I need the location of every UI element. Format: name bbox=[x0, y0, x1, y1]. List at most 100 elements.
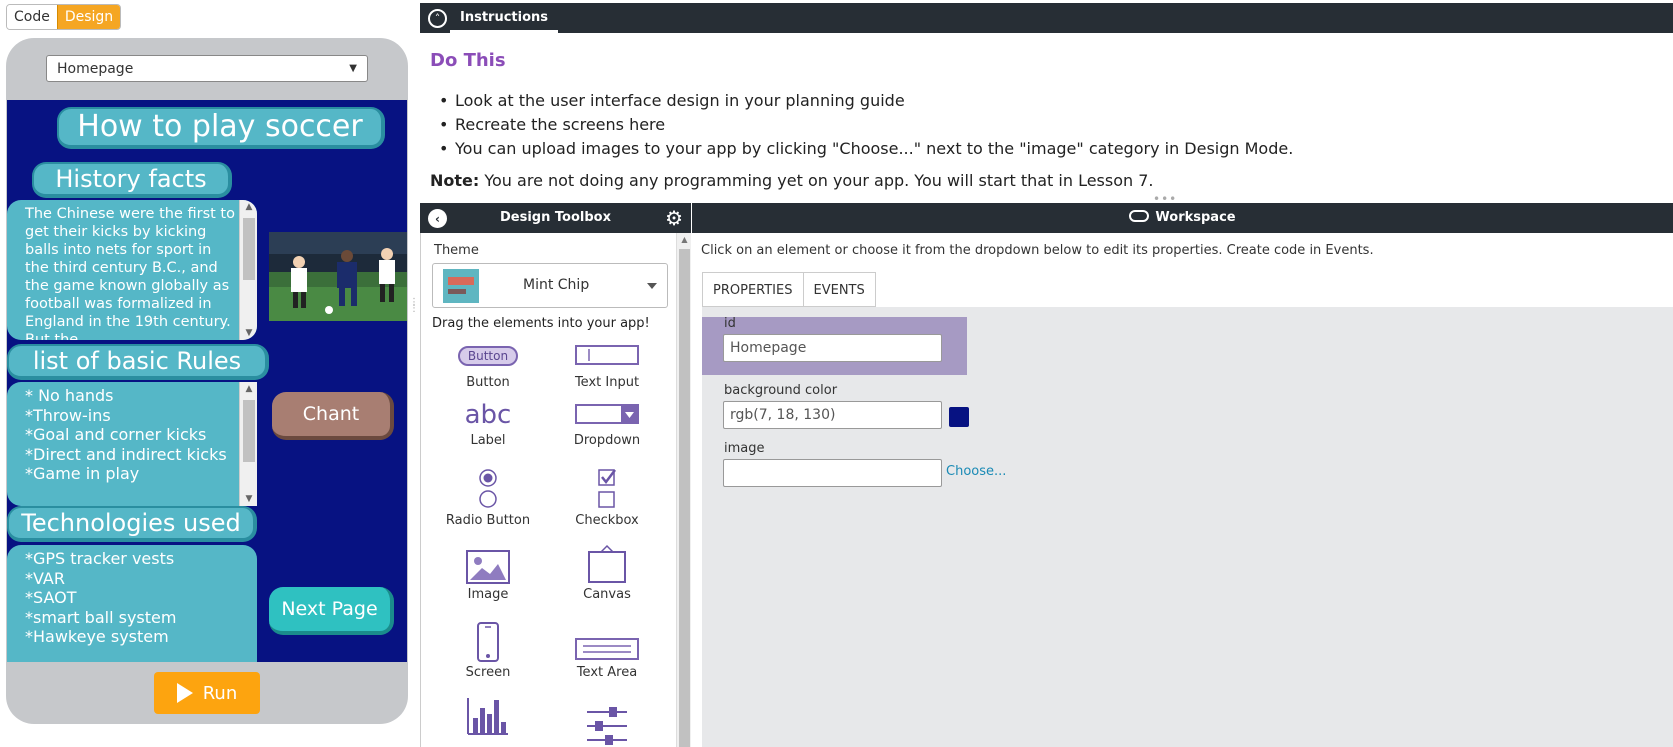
tool-label: Checkbox bbox=[575, 513, 639, 528]
scroll-up-arrow-icon[interactable]: ▲ bbox=[240, 382, 257, 396]
tool-chart[interactable] bbox=[428, 696, 548, 736]
tech-line: *VAR bbox=[25, 568, 65, 588]
theme-value: Mint Chip bbox=[523, 277, 590, 293]
workspace-hint: Click on an element or choose it from th… bbox=[701, 243, 1374, 258]
instruction-bullet: You can upload images to your app by cli… bbox=[439, 137, 1293, 161]
next-page-button[interactable]: Next Page bbox=[269, 587, 394, 635]
tool-text-input[interactable]: Text Input bbox=[547, 330, 667, 390]
phone-icon bbox=[428, 620, 548, 662]
technologies-text-area[interactable]: *GPS tracker vests *VAR *SAOT *smart bal… bbox=[7, 545, 257, 662]
rule-line: *Game in play bbox=[25, 464, 140, 483]
rule-line: *Goal and corner kicks bbox=[25, 425, 207, 444]
scroll-thumb[interactable] bbox=[679, 249, 690, 747]
tool-label: Image bbox=[467, 587, 509, 602]
screen-dropdown[interactable]: Homepage ▼ bbox=[46, 55, 368, 82]
tool-label: Dropdown bbox=[573, 433, 641, 448]
rules-scrollbar[interactable]: ▲ ▼ bbox=[239, 382, 257, 506]
drag-hint: Drag the elements into your app! bbox=[432, 316, 650, 331]
instruction-bullet: Recreate the screens here bbox=[439, 113, 1293, 137]
scroll-up-arrow-icon[interactable]: ▲ bbox=[677, 233, 692, 247]
tool-slider[interactable] bbox=[547, 706, 667, 746]
tool-radio-button[interactable]: Radio Button bbox=[428, 466, 548, 528]
history-text-area[interactable]: The Chinese were the first to get their … bbox=[7, 200, 257, 340]
panel-resize-handle[interactable]: ⋮ ⋮ bbox=[409, 298, 419, 314]
tool-image[interactable]: Image bbox=[428, 546, 548, 602]
caret-down-icon bbox=[647, 283, 657, 289]
text-input-tool-icon bbox=[547, 330, 667, 372]
theme-dropdown[interactable]: Mint Chip bbox=[432, 263, 668, 308]
chevron-up-icon[interactable]: ˄ bbox=[428, 9, 447, 28]
tool-label: Screen bbox=[465, 665, 511, 680]
gear-icon[interactable]: ⚙ bbox=[665, 207, 683, 229]
instructions-header: ˄ Instructions bbox=[420, 3, 1673, 33]
id-field[interactable]: Homepage bbox=[723, 334, 942, 362]
mode-toggle: Code Design bbox=[6, 4, 122, 30]
checkbox-tool-icon bbox=[547, 466, 667, 510]
instructions-note: Note: You are not doing any programming … bbox=[430, 171, 1154, 190]
background-color-label: background color bbox=[724, 383, 838, 398]
tool-canvas[interactable]: Canvas bbox=[547, 544, 667, 602]
code-mode-button[interactable]: Code bbox=[7, 5, 57, 29]
tool-label-element[interactable]: abc Label bbox=[428, 388, 548, 448]
id-label: id bbox=[724, 316, 736, 331]
toolbox-scrollbar[interactable]: ▲ bbox=[676, 233, 691, 747]
rules-text-area[interactable]: * No hands *Throw-ins *Goal and corner k… bbox=[7, 382, 257, 506]
scroll-thumb[interactable] bbox=[243, 218, 255, 280]
tool-label: Text Area bbox=[576, 665, 638, 680]
canvas-tool-icon bbox=[547, 544, 667, 584]
rules-text: * No hands *Throw-ins *Goal and corner k… bbox=[25, 386, 235, 484]
scroll-thumb[interactable] bbox=[243, 400, 255, 462]
workspace-title: Workspace bbox=[1155, 210, 1236, 225]
tech-line: *smart ball system bbox=[25, 607, 177, 627]
tool-label: Canvas bbox=[583, 587, 631, 602]
soccer-photo[interactable] bbox=[269, 232, 407, 321]
tool-checkbox[interactable]: Checkbox bbox=[547, 466, 667, 528]
screen-dropdown-value: Homepage bbox=[57, 60, 134, 77]
technologies-label[interactable]: Technologies used bbox=[7, 506, 257, 542]
history-label[interactable]: History facts bbox=[32, 162, 232, 198]
theme-thumbnail bbox=[443, 269, 479, 303]
run-button[interactable]: Run bbox=[154, 672, 260, 714]
slider-icon bbox=[547, 706, 667, 746]
rules-label[interactable]: list of basic Rules bbox=[7, 344, 269, 380]
tech-line: *GPS tracker vests bbox=[25, 549, 175, 568]
note-label: Note: bbox=[430, 171, 480, 190]
choose-image-link[interactable]: Choose... bbox=[946, 464, 1006, 479]
tool-button[interactable]: Button Button bbox=[428, 330, 548, 390]
tab-events[interactable]: EVENTS bbox=[803, 272, 876, 307]
history-scrollbar[interactable]: ▲ ▼ bbox=[239, 200, 257, 340]
scroll-down-arrow-icon[interactable]: ▼ bbox=[240, 492, 257, 506]
app-screen[interactable]: How to play soccer History facts The Chi… bbox=[7, 100, 407, 662]
workspace-tabs: PROPERTIES EVENTS bbox=[702, 272, 876, 307]
rule-line: *Throw-ins bbox=[25, 405, 111, 425]
tool-screen[interactable]: Screen bbox=[428, 620, 548, 680]
play-icon bbox=[176, 683, 193, 703]
tab-properties[interactable]: PROPERTIES bbox=[702, 272, 804, 307]
button-tool-icon: Button bbox=[428, 330, 548, 372]
tool-text-area[interactable]: Text Area bbox=[547, 620, 667, 680]
design-mode-button[interactable]: Design bbox=[56, 5, 121, 29]
text-area-tool-icon bbox=[547, 620, 667, 662]
image-label: image bbox=[724, 441, 765, 456]
background-color-field[interactable]: rgb(7, 18, 130) bbox=[723, 401, 942, 429]
workspace-header: Workspace bbox=[692, 203, 1673, 233]
chant-button[interactable]: Chant bbox=[272, 392, 394, 440]
instruction-bullet: Look at the user interface design in you… bbox=[439, 89, 1293, 113]
history-text: The Chinese were the first to get their … bbox=[25, 206, 235, 340]
tool-label: Label bbox=[470, 433, 506, 448]
image-field[interactable] bbox=[723, 459, 942, 487]
color-swatch[interactable] bbox=[949, 407, 969, 427]
rule-line: * No hands bbox=[25, 386, 114, 405]
title-label[interactable]: How to play soccer bbox=[57, 107, 385, 149]
scroll-up-arrow-icon[interactable]: ▲ bbox=[240, 200, 257, 214]
scroll-down-arrow-icon[interactable]: ▼ bbox=[240, 326, 257, 340]
toolbox-title: Design Toolbox bbox=[500, 210, 611, 225]
technologies-text: *GPS tracker vests *VAR *SAOT *smart bal… bbox=[25, 549, 250, 647]
button-tool-icon-text: Button bbox=[457, 346, 519, 366]
tool-dropdown[interactable]: Dropdown bbox=[547, 388, 667, 448]
tool-label: Radio Button bbox=[445, 513, 531, 528]
image-tool-icon bbox=[428, 546, 548, 584]
link-icon bbox=[1129, 210, 1150, 222]
theme-label: Theme bbox=[434, 243, 479, 258]
instructions-tab[interactable]: Instructions bbox=[450, 3, 559, 33]
